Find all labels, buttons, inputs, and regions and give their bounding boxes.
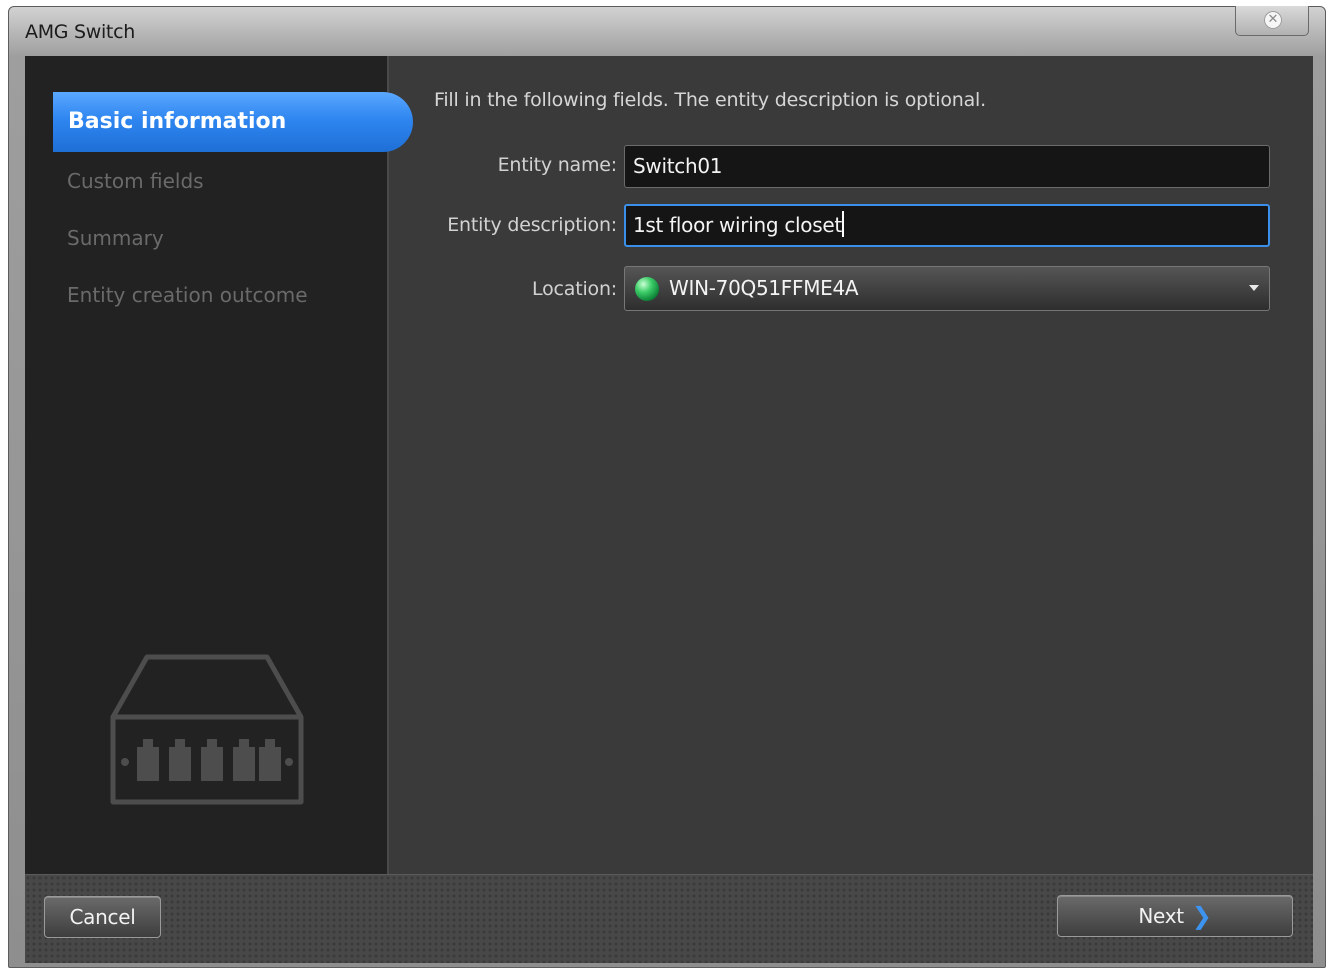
window-title: AMG Switch xyxy=(25,21,135,43)
step-summary[interactable]: Summary xyxy=(67,226,164,250)
next-button[interactable]: Next ❯ xyxy=(1057,895,1293,937)
location-select[interactable]: WIN-70Q51FFME4A xyxy=(624,266,1270,311)
text-caret xyxy=(841,211,844,237)
location-value: WIN-70Q51FFME4A xyxy=(669,276,859,300)
close-button[interactable]: ✕ xyxy=(1235,6,1309,36)
wizard-body: Basic information Custom fields Summary … xyxy=(25,56,1313,874)
instructions-text: Fill in the following fields. The entity… xyxy=(434,89,986,111)
form-panel: Fill in the following fields. The entity… xyxy=(391,56,1313,874)
step-basic-information[interactable]: Basic information xyxy=(53,92,413,152)
step-entity-creation-outcome[interactable]: Entity creation outcome xyxy=(67,283,308,307)
entity-name-input[interactable]: Switch01 xyxy=(624,145,1270,188)
entity-description-value: 1st floor wiring closet xyxy=(633,213,842,237)
location-label: Location: xyxy=(532,278,617,300)
close-icon: ✕ xyxy=(1264,11,1282,29)
next-button-label: Next xyxy=(1138,904,1184,928)
entity-name-value: Switch01 xyxy=(633,154,723,178)
cancel-button-label: Cancel xyxy=(69,905,136,929)
wizard-window: AMG Switch ✕ Basic information Custom fi… xyxy=(8,6,1326,968)
entity-name-label: Entity name: xyxy=(497,154,618,176)
cancel-button[interactable]: Cancel xyxy=(44,896,161,938)
chevron-down-icon[interactable] xyxy=(1249,285,1259,291)
network-switch-icon xyxy=(110,654,304,805)
step-custom-fields[interactable]: Custom fields xyxy=(67,169,204,193)
entity-description-input[interactable]: 1st floor wiring closet xyxy=(624,204,1270,247)
steps-sidebar: Basic information Custom fields Summary … xyxy=(25,56,413,874)
chevron-right-icon: ❯ xyxy=(1191,902,1212,930)
wizard-footer: Cancel Next ❯ xyxy=(25,874,1313,963)
entity-description-label: Entity description: xyxy=(447,214,617,236)
globe-icon xyxy=(635,277,659,301)
